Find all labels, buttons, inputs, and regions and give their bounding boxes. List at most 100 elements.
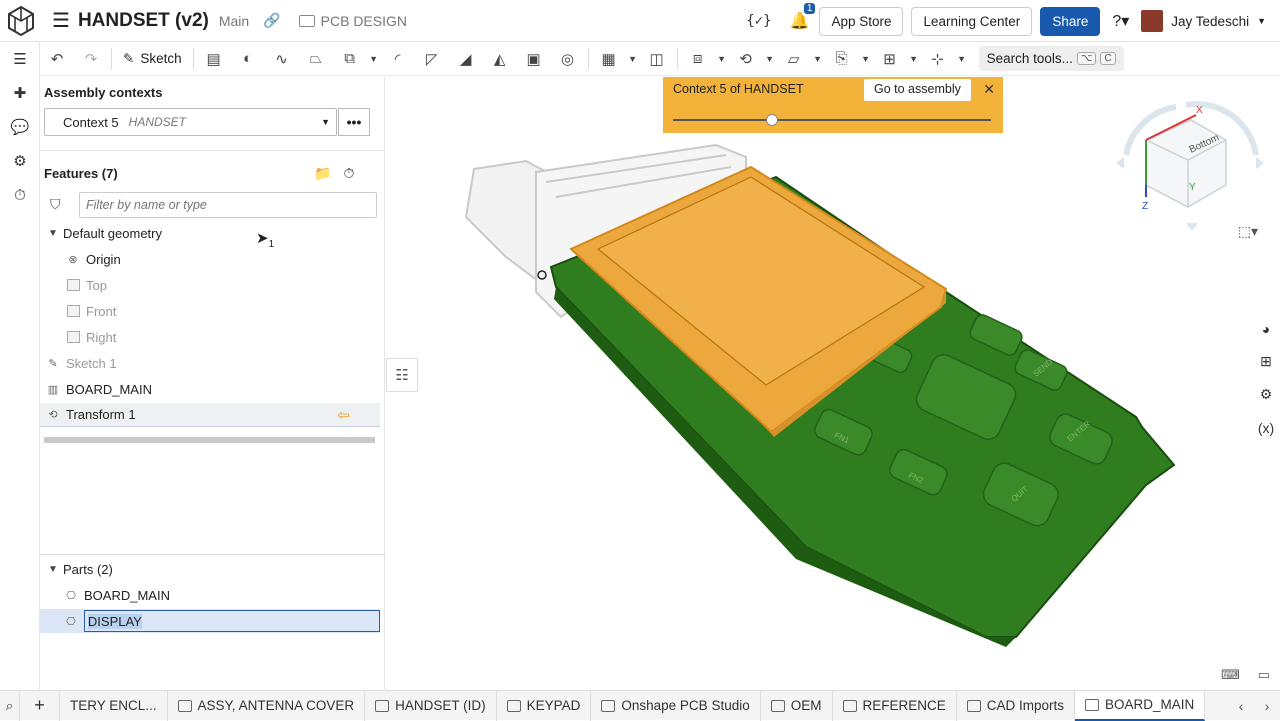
sweep-icon[interactable]: ∿ [265, 44, 299, 74]
search-tools-button[interactable]: Search tools... ⌥ C [978, 46, 1124, 71]
bom-icon[interactable]: ⊞ [1252, 345, 1280, 378]
avatar[interactable] [1141, 10, 1164, 32]
draft-icon[interactable]: ◢ [449, 44, 483, 74]
history-icon[interactable]: ⏱ [0, 178, 40, 212]
chevron-down-icon[interactable]: ▼ [811, 54, 825, 64]
tree-item-front[interactable]: Front [40, 299, 380, 323]
tree-item-board-main[interactable]: ▥ BOARD_MAIN [40, 377, 380, 401]
tab-pcb-studio[interactable]: Onshape PCB Studio [591, 690, 761, 721]
tab-oem[interactable]: OEM [761, 690, 833, 721]
tab-antenna-cover[interactable]: ASSY, ANTENNA COVER [168, 690, 366, 721]
tab-handset-id[interactable]: HANDSET (ID) [365, 690, 497, 721]
graphics-viewport[interactable]: FN1 FN2 ENTER QUIT SEND Context 5 of HAN… [386, 77, 1280, 689]
help-icon[interactable]: ?▾ [1112, 11, 1129, 31]
variables-icon[interactable]: {✓} [746, 13, 771, 29]
branch-name[interactable]: Main [219, 13, 249, 29]
learning-center-button[interactable]: Learning Center [911, 6, 1033, 36]
configuration-icon[interactable]: ⚙ [1252, 378, 1280, 411]
add-folder-icon[interactable]: 📁 [314, 165, 331, 182]
document-title[interactable]: HANDSET (v2) [78, 10, 209, 32]
chevron-down-icon[interactable]: ▼ [48, 564, 60, 575]
feature-list-icon[interactable]: ☰ [0, 42, 40, 76]
sketch-button[interactable]: ✎ Sketch [115, 51, 190, 67]
chevron-down-icon[interactable]: ▼ [48, 228, 60, 239]
parts-group[interactable]: ▼ Parts (2) [40, 557, 380, 581]
add-custom-feature-icon[interactable]: ⊹ [921, 44, 955, 74]
more-options-icon[interactable]: ••• [338, 108, 370, 136]
share-button[interactable]: Share [1040, 6, 1101, 36]
user-name[interactable]: Jay Tedeschi [1171, 14, 1249, 29]
appearance-icon[interactable]: ⚙ [0, 144, 40, 178]
part-item-display[interactable]: ⎔ DISPLAY [40, 609, 380, 633]
notifications-bell-icon[interactable]: 🔔 1 [790, 3, 816, 31]
tree-item-sketch1[interactable]: ✎ Sketch 1 [40, 351, 380, 375]
shell-icon[interactable]: ▣ [517, 44, 551, 74]
revolve-icon[interactable]: ◐ [231, 44, 265, 74]
chevron-down-icon[interactable]: ▼ [907, 54, 921, 64]
rib-icon[interactable]: ◭ [483, 44, 517, 74]
menu-icon[interactable]: ☰ [52, 8, 70, 33]
chevron-left-icon[interactable]: ‹ [1228, 698, 1254, 714]
chevron-down-icon[interactable]: ▼ [763, 54, 777, 64]
instance-list-icon[interactable]: ☷ [386, 358, 418, 392]
tab-board-main[interactable]: BOARD_MAIN [1075, 690, 1206, 721]
thicken-icon[interactable]: ⧉ [333, 44, 367, 74]
context-slider-track[interactable] [673, 119, 991, 121]
mass-properties-icon[interactable]: ▭ [1258, 667, 1270, 683]
measure-icon[interactable]: ⌨ [1221, 667, 1240, 683]
tab-cad-imports[interactable]: CAD Imports [957, 690, 1076, 721]
variables-panel-icon[interactable]: (x) [1252, 411, 1280, 444]
fillet-icon[interactable]: ◜ [381, 44, 415, 74]
folder-breadcrumb[interactable]: PCB DESIGN [298, 13, 407, 29]
tab-keypad[interactable]: KEYPAD [497, 690, 592, 721]
plane-icon[interactable]: ▱ [777, 44, 811, 74]
link-icon[interactable]: 🔗 [263, 12, 280, 29]
chamfer-icon[interactable]: ◸ [415, 44, 449, 74]
tab-label: OEM [790, 698, 822, 713]
tree-item-transform1[interactable]: ⟲ Transform 1 ⇦ [40, 403, 380, 427]
appearance-panel-icon[interactable]: ◕ [1252, 312, 1280, 345]
part-item-board-main[interactable]: ⎔ BOARD_MAIN [40, 583, 380, 607]
filter-input[interactable] [79, 192, 377, 218]
context-select[interactable]: Context 5 HANDSET ▼ [44, 108, 337, 136]
chevron-down-icon[interactable]: ▼ [859, 54, 873, 64]
rollback-bar[interactable] [44, 437, 375, 443]
search-tabs-icon[interactable]: ⌕ [0, 690, 20, 721]
rollback-timer-icon[interactable]: ⏱ [343, 165, 354, 182]
pattern-icon[interactable]: ▦ [592, 44, 626, 74]
context-slider-handle[interactable] [765, 114, 778, 126]
undo-icon[interactable]: ↶ [40, 44, 74, 74]
tree-group-default-geometry[interactable]: ▼ Default geometry [40, 221, 380, 245]
add-tab-button[interactable]: + [20, 690, 60, 721]
mirror-icon[interactable]: ◫ [640, 44, 674, 74]
insert-icon[interactable]: ✚ [0, 76, 40, 110]
user-menu-chevron-down-icon[interactable]: ▼ [1257, 16, 1266, 26]
close-icon[interactable]: ✕ [983, 81, 995, 98]
tree-item-top[interactable]: Top [40, 273, 380, 297]
chevron-down-icon[interactable]: ▼ [626, 54, 640, 64]
rename-input[interactable]: DISPLAY [83, 610, 380, 632]
boolean-icon[interactable]: ⧈ [681, 44, 715, 74]
sheet-metal-icon[interactable]: ⎘ [825, 44, 859, 74]
chevron-down-icon[interactable]: ▼ [367, 54, 381, 64]
tab-reference[interactable]: REFERENCE [833, 690, 957, 721]
tree-item-origin[interactable]: ⊗ Origin [40, 247, 380, 271]
go-to-assembly-button[interactable]: Go to assembly [864, 79, 971, 101]
extrude-icon[interactable]: ▤ [197, 44, 231, 74]
loft-icon[interactable]: ⏢ [299, 44, 333, 74]
chevron-right-icon[interactable]: › [1254, 698, 1280, 714]
tab-battery-enclosure[interactable]: TERY ENCL... [60, 690, 168, 721]
surface-icon[interactable]: ⊞ [873, 44, 907, 74]
redo-icon[interactable]: ↷ [74, 44, 108, 74]
transform-icon[interactable]: ⟲ [729, 44, 763, 74]
comments-icon[interactable]: 💬 [0, 110, 40, 144]
tree-item-right[interactable]: Right [40, 325, 380, 349]
chevron-down-icon[interactable]: ▼ [955, 54, 969, 64]
onshape-logo-icon[interactable] [0, 0, 42, 42]
filter-icon[interactable]: ⛉ [50, 196, 61, 213]
rollback-arrow-icon[interactable]: ⇦ [337, 406, 350, 424]
view-options-cube-icon[interactable]: ⬚▾ [1238, 223, 1258, 240]
app-store-button[interactable]: App Store [819, 6, 904, 36]
hole-icon[interactable]: ◎ [551, 44, 585, 74]
chevron-down-icon[interactable]: ▼ [715, 54, 729, 64]
